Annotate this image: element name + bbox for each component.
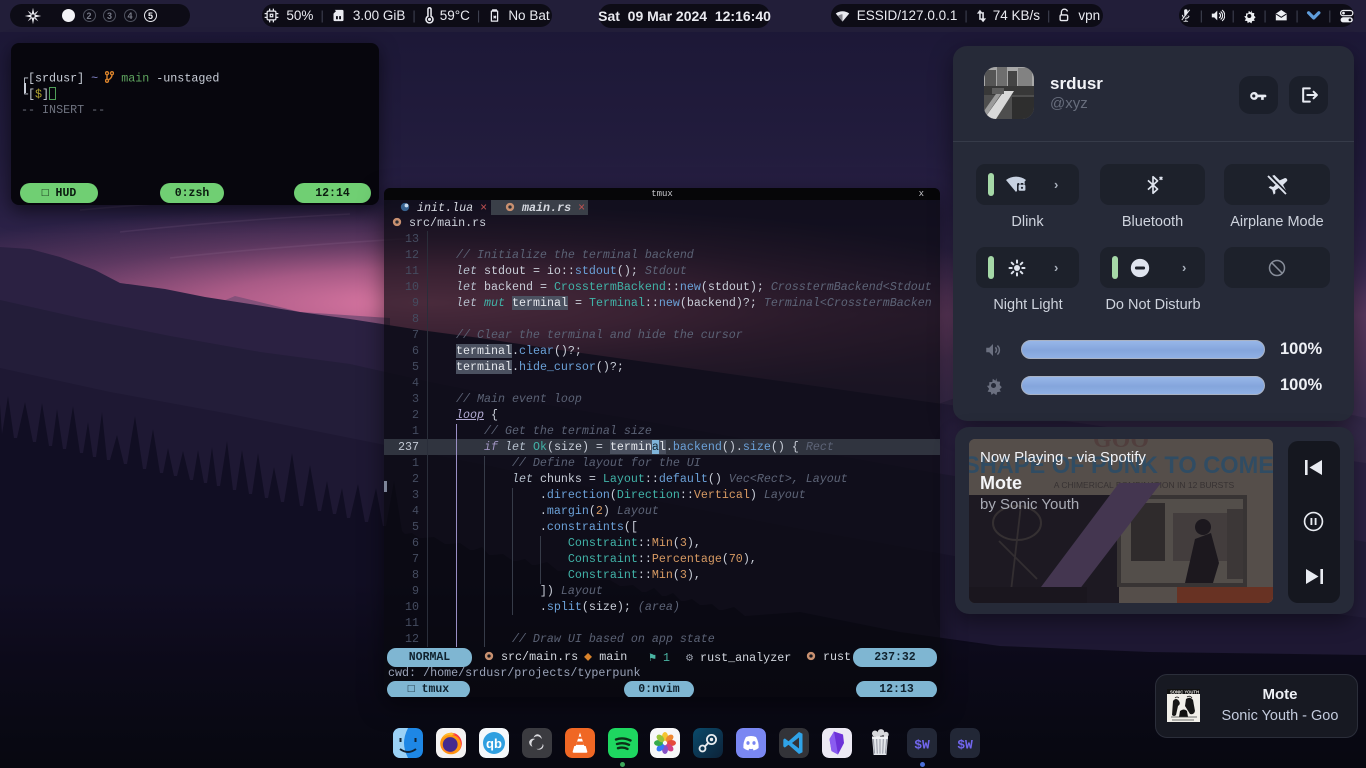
svg-text:SONIC YOUTH: SONIC YOUTH	[1170, 689, 1199, 694]
svg-text:$W: $W	[957, 738, 973, 753]
svg-text:$W: $W	[914, 738, 930, 753]
svg-text:qb: qb	[486, 736, 502, 751]
